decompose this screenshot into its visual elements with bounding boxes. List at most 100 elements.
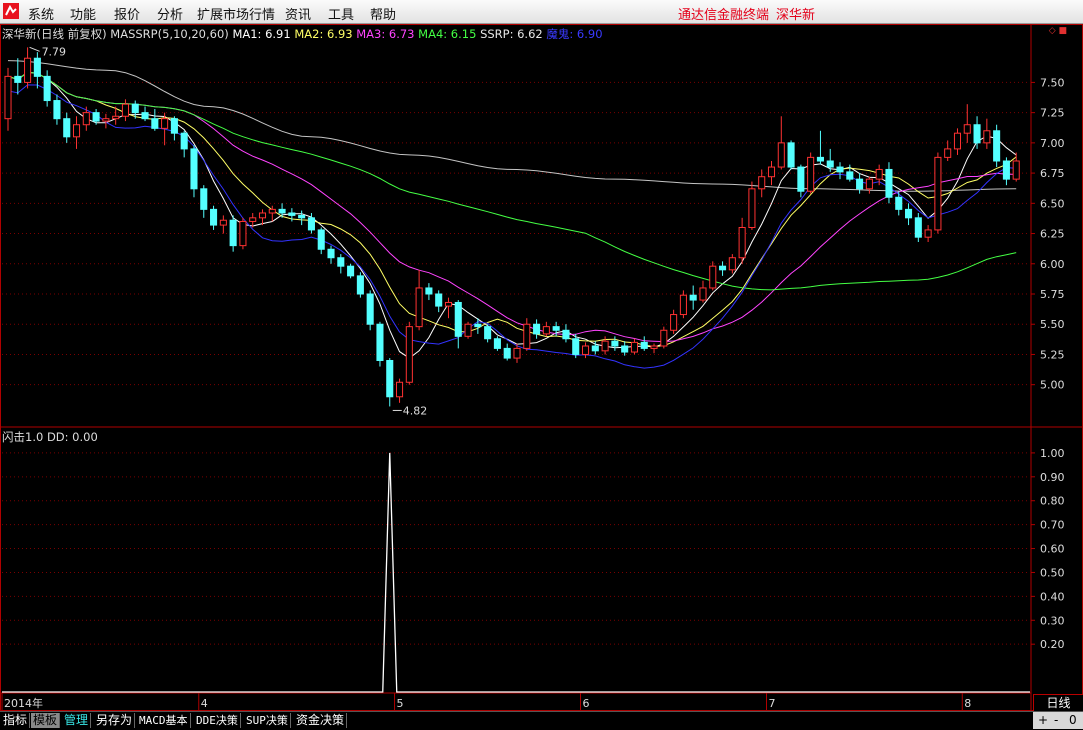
- menu-tools[interactable]: 工具: [328, 4, 354, 23]
- candle-up: [581, 345, 590, 355]
- candle-up: [72, 124, 81, 138]
- candle-down: [366, 293, 374, 325]
- candle-down: [503, 347, 511, 359]
- menu-analysis[interactable]: 分析: [157, 4, 183, 23]
- date-tick-label: 4: [201, 697, 208, 710]
- candle-up: [630, 341, 638, 353]
- candle-up: [650, 345, 658, 349]
- candle-down: [885, 168, 893, 198]
- candle-down: [572, 338, 580, 355]
- candle-down: [190, 148, 198, 190]
- candle-up: [865, 178, 873, 190]
- candle-up: [444, 301, 453, 307]
- candle-down: [856, 178, 864, 190]
- candle-down: [826, 160, 834, 168]
- candle-down: [591, 345, 599, 352]
- legend-ghost: 魔鬼: 6.90: [546, 27, 603, 41]
- candle-up: [4, 75, 12, 120]
- candle-down: [552, 326, 560, 331]
- sub-tick-label: 0.60: [1040, 543, 1065, 556]
- terminal-title: 通达信金融终端: [678, 8, 770, 23]
- ssrp-line: [7, 60, 1017, 192]
- candle-down: [611, 340, 619, 347]
- sub-tick-label: 0.50: [1040, 566, 1065, 579]
- candle-down: [327, 248, 335, 259]
- candle-up: [660, 329, 668, 347]
- bottom-toolbar: 指标 模板 管理 另存为 MACD基本 DDE决策 SUP决策 资金决策: [0, 711, 1083, 730]
- price-axis: 7.50 7.25 7.00 6.75 6.50 6.25 6.00 5.75 5.50 5.25…: [1031, 76, 1065, 651]
- candlesticks: [4, 47, 1020, 407]
- candle-down: [180, 132, 188, 150]
- price-tick-label: 6.75: [1040, 167, 1065, 180]
- tab-template[interactable]: 模板: [31, 713, 61, 728]
- candle-up: [875, 168, 883, 180]
- tab-manage[interactable]: 管理: [62, 713, 92, 728]
- candle-up: [777, 142, 785, 168]
- candle-down: [14, 75, 22, 83]
- candle-down: [210, 208, 218, 226]
- menu-extended-market[interactable]: 扩展市场行情: [197, 4, 275, 23]
- candle-down: [229, 219, 237, 247]
- low-annotation: 4.82: [403, 404, 428, 417]
- menu-help[interactable]: 帮助: [370, 4, 396, 23]
- main-legend: 深华新(日线 前复权) MASSRP(5,10,20,60) MA1: 6.91…: [2, 26, 603, 42]
- candle-down: [493, 338, 501, 349]
- candle-down: [347, 265, 355, 277]
- ssrp-curve: [7, 60, 1017, 192]
- candle-down: [33, 57, 41, 77]
- date-tick-label: 7: [769, 697, 776, 710]
- current-stock-name: 深华新: [776, 8, 816, 23]
- tab-indicator[interactable]: 指标: [1, 713, 31, 728]
- menu-functions[interactable]: 功能: [70, 4, 96, 23]
- candle-down: [474, 323, 482, 328]
- candle-up: [709, 265, 717, 289]
- sub-tick-label: 0.80: [1040, 495, 1065, 508]
- candle-down: [797, 166, 805, 192]
- zoom-out-button[interactable]: -: [1054, 712, 1058, 729]
- candle-up: [963, 124, 971, 134]
- zoom-reset-button[interactable]: 0: [1069, 712, 1077, 729]
- zoom-controls: + - 0: [1033, 712, 1083, 729]
- tab-macd[interactable]: MACD基本: [137, 713, 191, 728]
- chart-area[interactable]: 7.50 7.25 7.00 6.75 6.50 6.25 6.00 5.75 5.50 5.25…: [0, 24, 1083, 711]
- candle-down: [317, 229, 325, 250]
- menu-news[interactable]: 资讯: [285, 4, 311, 23]
- candle-down: [905, 208, 913, 219]
- candle-down: [288, 212, 296, 216]
- menu-quotes[interactable]: 报价: [114, 4, 140, 23]
- legend-ma2: MA2: 6.93: [294, 27, 353, 41]
- sub-legend: 闪击1.0 DD: 0.00: [2, 430, 98, 444]
- tab-dde[interactable]: DDE决策: [194, 713, 241, 728]
- candle-up: [679, 294, 687, 316]
- menu-system[interactable]: 系统: [28, 4, 54, 23]
- ma-line-ma1: [7, 71, 1017, 359]
- candle-up: [82, 112, 90, 126]
- legend-ssrp: SSRP: 6.62: [480, 27, 543, 41]
- candle-down: [278, 208, 286, 214]
- candle-down: [914, 217, 922, 238]
- price-tick-label: 6.50: [1040, 197, 1065, 210]
- candle-up: [542, 326, 550, 335]
- candle-down: [689, 294, 697, 301]
- tab-sup[interactable]: SUP决策: [244, 713, 291, 728]
- price-tick-label: 5.50: [1040, 318, 1065, 331]
- price-tick-label: 5.75: [1040, 288, 1065, 301]
- zoom-in-button[interactable]: +: [1038, 712, 1048, 729]
- ma-line-ma4: [7, 71, 1017, 291]
- period-selector[interactable]: 日线: [1033, 694, 1083, 712]
- tab-fund[interactable]: 资金决策: [294, 713, 348, 728]
- candle-down: [562, 329, 570, 340]
- candle-down: [836, 166, 844, 173]
- legend-ma3: MA3: 6.73: [356, 27, 415, 41]
- sub-tick-label: 0.70: [1040, 519, 1065, 532]
- sub-tick-label: 1.00: [1040, 447, 1065, 460]
- tab-save-as[interactable]: 另存为: [94, 713, 136, 728]
- candle-down: [993, 130, 1001, 162]
- legend-stock-name: 深华新(日线 前复权): [2, 27, 107, 41]
- candle-up: [249, 217, 257, 222]
- sub-indicator-chart: [2, 452, 1030, 693]
- candle-down: [43, 75, 51, 102]
- candle-up: [758, 176, 766, 190]
- window-controls[interactable]: ◇ ■: [1049, 26, 1067, 36]
- candle-down: [141, 112, 149, 120]
